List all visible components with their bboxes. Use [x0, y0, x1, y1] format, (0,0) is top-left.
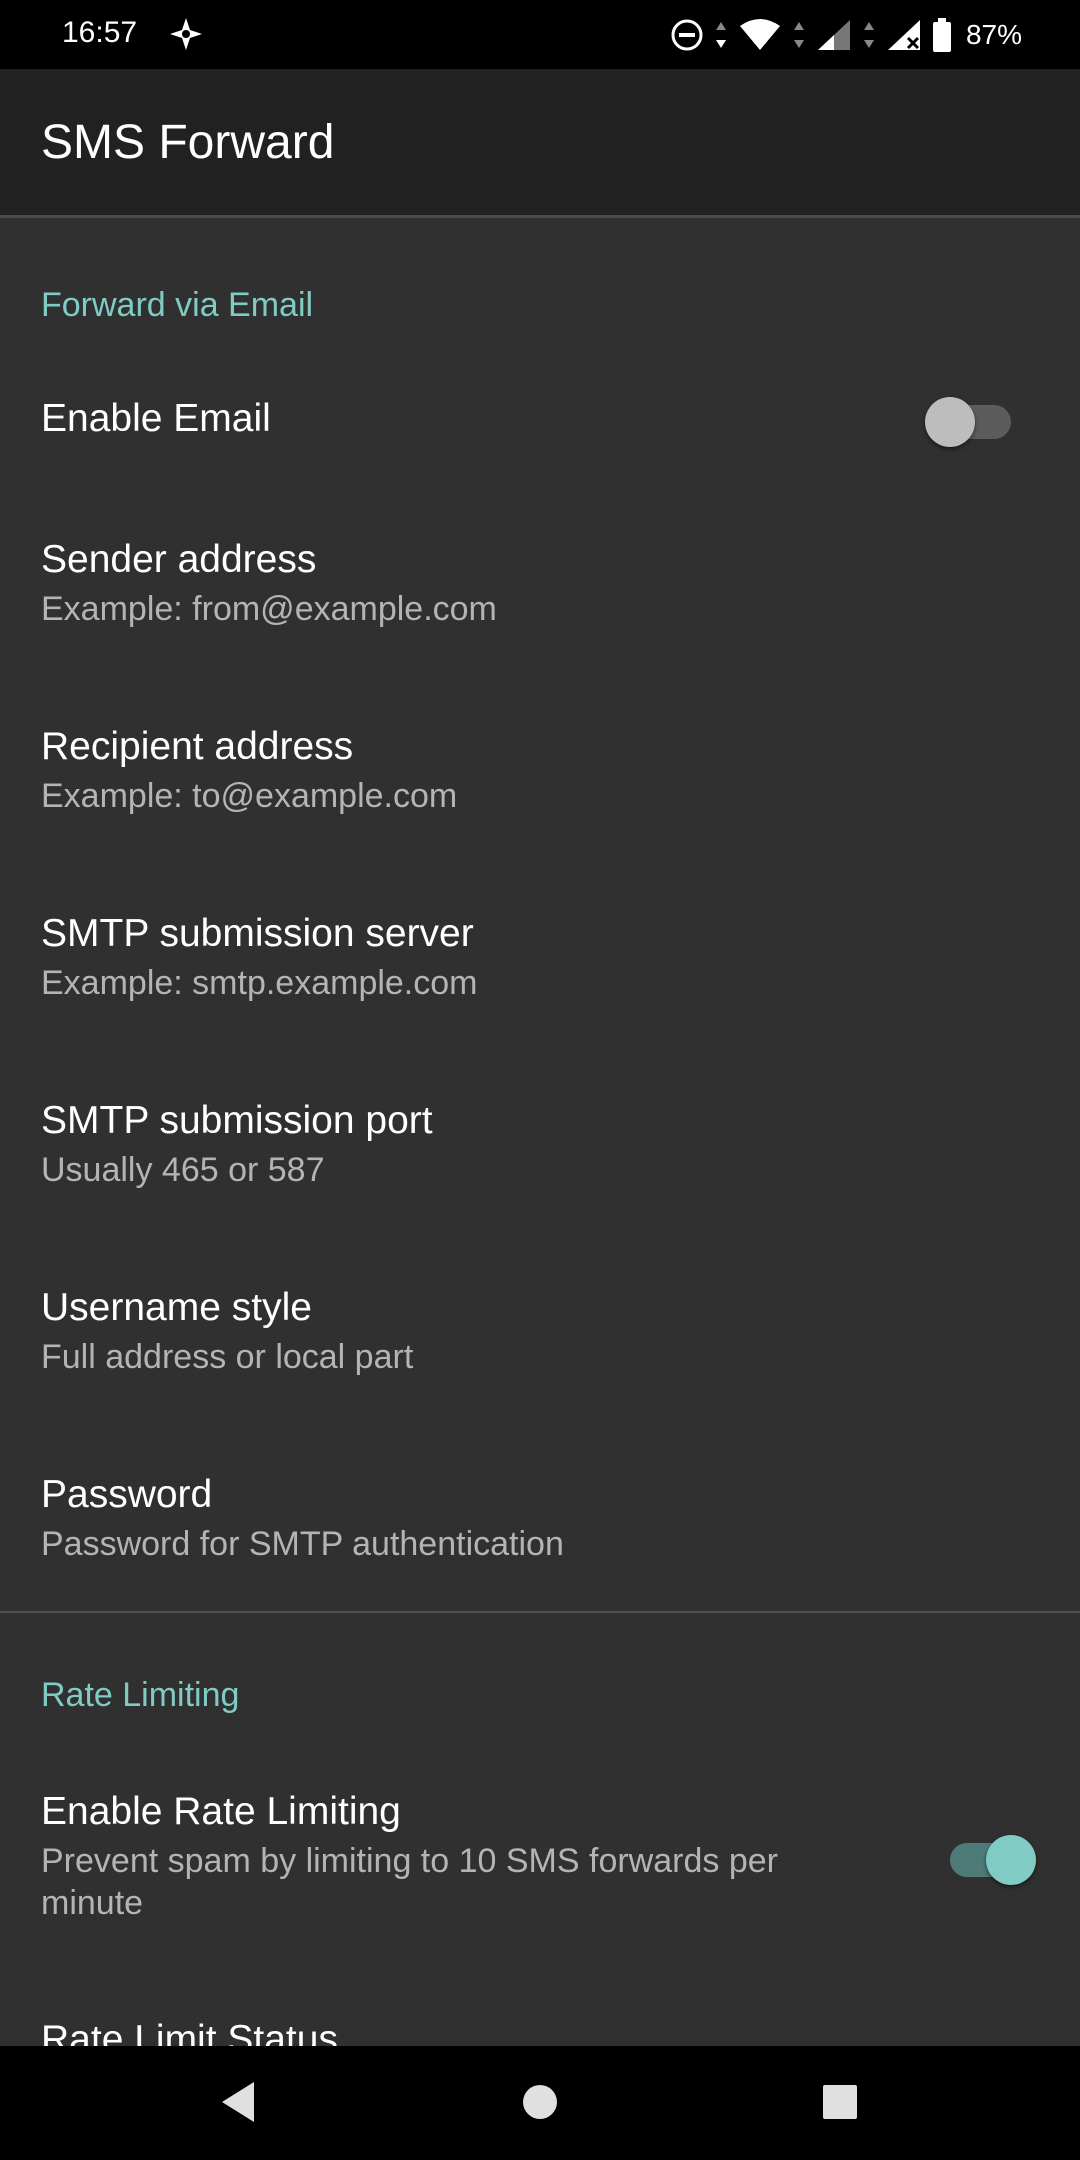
status-bar: 16:57 87% [0, 0, 1080, 69]
home-button[interactable] [510, 2072, 570, 2132]
navigation-icon [170, 18, 202, 50]
pref-username-style[interactable]: Username style Full address or local par… [0, 1268, 1080, 1418]
pref-summary: Password for SMTP authentication [41, 1525, 564, 1563]
pref-title: Password [41, 1473, 213, 1516]
pref-title: Enable Rate Limiting [41, 1790, 401, 1833]
pref-sender-address[interactable]: Sender address Example: from@example.com [0, 520, 1080, 670]
pref-title: SMTP submission server [41, 912, 474, 955]
data-activity-icon [715, 22, 726, 48]
app-bar: SMS Forward [0, 69, 1080, 215]
battery-icon [932, 18, 951, 52]
wifi-activity-icon [793, 22, 804, 48]
status-time: 16:57 [62, 16, 138, 49]
pref-title: Rate Limit Status [41, 2018, 338, 2046]
recents-button[interactable] [810, 2072, 870, 2132]
recents-icon [823, 2085, 857, 2119]
category-rate-limiting: Rate Limiting [41, 1676, 240, 1714]
pref-enable-rate-limiting[interactable]: Enable Rate Limiting Prevent spam by lim… [0, 1772, 1080, 1942]
pref-summary: Usually 465 or 587 [41, 1151, 325, 1189]
pref-password[interactable]: Password Password for SMTP authenticatio… [0, 1455, 1080, 1605]
pref-smtp-server[interactable]: SMTP submission server Example: smtp.exa… [0, 894, 1080, 1044]
pref-title: Sender address [41, 538, 317, 581]
pref-summary: Example: to@example.com [41, 777, 458, 815]
home-icon [523, 2085, 557, 2119]
pref-summary: Example: from@example.com [41, 590, 497, 628]
battery-percent: 87% [965, 19, 1022, 50]
pref-title: Recipient address [41, 725, 354, 768]
dnd-icon [671, 19, 703, 51]
enable-email-switch[interactable] [925, 388, 1015, 448]
section-divider [0, 1611, 1080, 1613]
status-icons: 87% [670, 14, 1022, 56]
switch-thumb [986, 1835, 1036, 1885]
nav-bar [0, 2046, 1080, 2160]
pref-smtp-port[interactable]: SMTP submission port Usually 465 or 587 [0, 1081, 1080, 1231]
signal-activity-icon [863, 22, 874, 48]
back-icon [222, 2082, 254, 2122]
pref-recipient-address[interactable]: Recipient address Example: to@example.co… [0, 707, 1080, 857]
pref-title: SMTP submission port [41, 1099, 433, 1142]
wifi-icon [739, 19, 780, 50]
app-bar-divider [0, 215, 1080, 218]
signal-no-data-icon [887, 20, 920, 50]
back-button[interactable] [208, 2072, 268, 2132]
enable-rate-limiting-switch[interactable] [942, 1826, 1036, 1886]
pref-summary: Full address or local part [41, 1338, 414, 1376]
pref-title: Username style [41, 1286, 312, 1329]
app-title: SMS Forward [41, 116, 335, 169]
pref-summary: Example: smtp.example.com [41, 964, 478, 1002]
pref-enable-email[interactable]: Enable Email [0, 360, 1080, 480]
signal-icon [817, 20, 850, 50]
switch-thumb [925, 397, 975, 447]
pref-title: Enable Email [41, 397, 271, 440]
pref-summary: Prevent spam by limiting to 10 SMS forwa… [41, 1842, 778, 1922]
pref-rate-limit-status[interactable]: Rate Limit Status [0, 1976, 1080, 2046]
category-forward-via-email: Forward via Email [41, 286, 314, 324]
